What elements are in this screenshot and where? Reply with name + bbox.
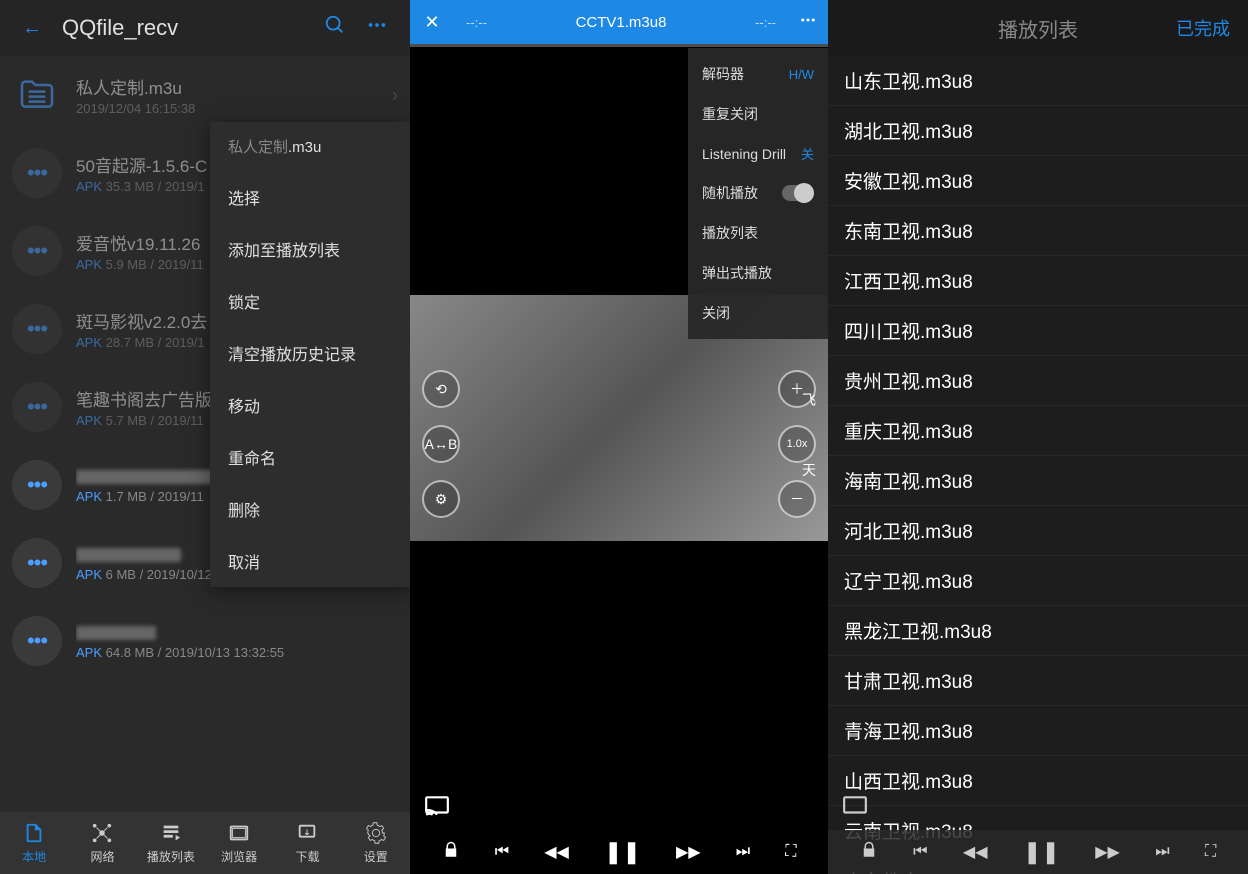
context-menu-item[interactable]: 锁定 xyxy=(210,275,410,327)
player-more-icon[interactable] xyxy=(788,11,828,34)
file-icon: ••• xyxy=(12,538,62,588)
playlist-item[interactable]: 四川卫视.m3u8 xyxy=(828,306,1248,356)
file-icon: ••• xyxy=(12,460,62,510)
player-title: CCTV1.m3u8 xyxy=(499,14,743,31)
nav-local[interactable]: 本地 xyxy=(0,812,68,874)
prev-track-button[interactable]: ⏮ xyxy=(913,843,927,861)
close-icon[interactable]: ✕ xyxy=(410,0,454,44)
player-controls: ⏮ ◀◀ ❚❚ ▶▶ ⏭ ⛶ xyxy=(410,830,828,874)
context-menu-item[interactable]: 选择 xyxy=(210,171,410,223)
playlist-header: 播放列表 已完成 xyxy=(828,0,1248,56)
speed-button[interactable]: 1.0x xyxy=(778,425,816,463)
playlist-item[interactable]: 山西卫视.m3u8 xyxy=(828,756,1248,806)
player-menu-item[interactable]: 随机播放 xyxy=(688,173,828,213)
lock-icon[interactable] xyxy=(860,841,878,864)
rewind-button[interactable]: ◀◀ xyxy=(544,842,569,862)
context-menu-item[interactable]: 添加至播放列表 xyxy=(210,223,410,275)
header: ← QQfile_recv xyxy=(0,0,410,56)
playlist-item[interactable]: 青海卫视.m3u8 xyxy=(828,706,1248,756)
playlist-item[interactable]: 安徽卫视.m3u8 xyxy=(828,156,1248,206)
file-icon: ••• xyxy=(12,382,62,432)
file-icon: ••• xyxy=(12,226,62,276)
cast-icon[interactable] xyxy=(842,795,868,822)
page-title: QQfile_recv xyxy=(52,15,314,41)
context-menu: 私人定制.m3u 选择添加至播放列表锁定清空播放历史记录移动重命名删除取消 xyxy=(210,122,410,587)
playlist-item[interactable]: 重庆卫视.m3u8 xyxy=(828,406,1248,456)
player-menu: 解码器H/W重复关闭Listening Drill关随机播放播放列表弹出式播放关… xyxy=(688,48,828,339)
context-menu-item[interactable]: 清空播放历史记录 xyxy=(210,327,410,379)
nav-playlist[interactable]: 播放列表 xyxy=(137,812,205,874)
playlist-item[interactable]: 山东卫视.m3u8 xyxy=(828,56,1248,106)
player-menu-item[interactable]: 弹出式播放 xyxy=(688,253,828,293)
playlist-panel: ⟲ A↔B ⚙ ＋ 1.0x － 运营的钱就是 万（元）左右 10:14 2.7… xyxy=(828,0,1248,874)
rewind-button[interactable]: ◀◀ xyxy=(963,842,988,862)
player-menu-item[interactable]: 解码器H/W xyxy=(688,54,828,94)
player-menu-item[interactable]: Listening Drill关 xyxy=(688,134,828,173)
prev-track-button[interactable]: ⏮ xyxy=(495,843,509,861)
back-icon[interactable]: ← xyxy=(12,17,52,40)
nav-browser[interactable]: 浏览器 xyxy=(205,812,273,874)
player-menu-item[interactable]: 重复关闭 xyxy=(688,94,828,134)
forward-button[interactable]: ▶▶ xyxy=(1095,842,1120,862)
done-button[interactable]: 已完成 xyxy=(1176,15,1230,41)
playlist-item[interactable]: 甘肃卫视.m3u8 xyxy=(828,656,1248,706)
context-menu-title: 私人定制.m3u xyxy=(210,122,410,171)
time-elapsed: --:-- xyxy=(454,15,499,30)
lock-icon[interactable] xyxy=(442,841,460,864)
playlist-item[interactable]: 河北卫视.m3u8 xyxy=(828,506,1248,556)
cast-icon[interactable] xyxy=(424,795,450,822)
player-panel: ✕ --:-- CCTV1.m3u8 --:-- 解码器H/W重复关闭Liste… xyxy=(410,0,828,874)
playlist[interactable]: 山东卫视.m3u8湖北卫视.m3u8安徽卫视.m3u8东南卫视.m3u8江西卫视… xyxy=(828,56,1248,874)
time-remaining: --:-- xyxy=(743,15,788,30)
context-menu-item[interactable]: 取消 xyxy=(210,535,410,587)
toggle[interactable] xyxy=(782,185,814,201)
player-header: ✕ --:-- CCTV1.m3u8 --:-- xyxy=(410,0,828,44)
file-browser-panel: ← QQfile_recv 私人定制.m3u 2019/12/04 16:15:… xyxy=(0,0,410,874)
fullscreen-icon[interactable]: ⛶ xyxy=(1205,843,1216,861)
folder-icon xyxy=(12,70,62,120)
nav-download[interactable]: 下载 xyxy=(273,812,341,874)
playlist-item[interactable]: 海南卫视.m3u8 xyxy=(828,456,1248,506)
file-icon: ••• xyxy=(12,148,62,198)
playlist-item[interactable]: 贵州卫视.m3u8 xyxy=(828,356,1248,406)
next-track-button[interactable]: ⏭ xyxy=(1155,843,1169,861)
context-menu-item[interactable]: 删除 xyxy=(210,483,410,535)
playlist-item[interactable]: 湖北卫视.m3u8 xyxy=(828,106,1248,156)
play-pause-button[interactable]: ❚❚ xyxy=(604,839,641,865)
file-item[interactable]: ••• APK 64.8 MB / 2019/10/13 13:32:55 xyxy=(0,602,410,680)
bottom-nav: 本地 网络 播放列表 浏览器 下载 设置 xyxy=(0,812,410,874)
player-menu-item[interactable]: 关闭 xyxy=(688,293,828,333)
forward-button[interactable]: ▶▶ xyxy=(676,842,701,862)
search-icon[interactable] xyxy=(314,14,356,42)
settings-button[interactable]: ⚙ xyxy=(422,480,460,518)
playlist-item[interactable]: 东南卫视.m3u8 xyxy=(828,206,1248,256)
player-controls: ⏮ ◀◀ ❚❚ ▶▶ ⏭ ⛶ xyxy=(828,830,1248,874)
progress-bar[interactable] xyxy=(410,44,828,47)
nav-settings[interactable]: 设置 xyxy=(342,812,410,874)
context-menu-item[interactable]: 重命名 xyxy=(210,431,410,483)
file-icon: ••• xyxy=(12,616,62,666)
play-pause-button[interactable]: ❚❚ xyxy=(1023,839,1060,865)
fullscreen-icon[interactable]: ⛶ xyxy=(785,843,796,861)
player-menu-item[interactable]: 播放列表 xyxy=(688,213,828,253)
more-icon[interactable] xyxy=(356,14,398,42)
playlist-item[interactable]: 辽宁卫视.m3u8 xyxy=(828,556,1248,606)
rotate-button[interactable]: ⟲ xyxy=(422,370,460,408)
playlist-item[interactable]: 黑龙江卫视.m3u8 xyxy=(828,606,1248,656)
ab-repeat-button[interactable]: A↔B xyxy=(422,425,460,463)
nav-network[interactable]: 网络 xyxy=(68,812,136,874)
next-track-button[interactable]: ⏭ xyxy=(736,843,750,861)
playlist-title: 播放列表 xyxy=(998,14,1078,43)
playlist-item[interactable]: 江西卫视.m3u8 xyxy=(828,256,1248,306)
file-icon: ••• xyxy=(12,304,62,354)
chevron-right-icon: › xyxy=(392,85,398,106)
context-menu-item[interactable]: 移动 xyxy=(210,379,410,431)
zoom-out-button[interactable]: － xyxy=(778,480,816,518)
